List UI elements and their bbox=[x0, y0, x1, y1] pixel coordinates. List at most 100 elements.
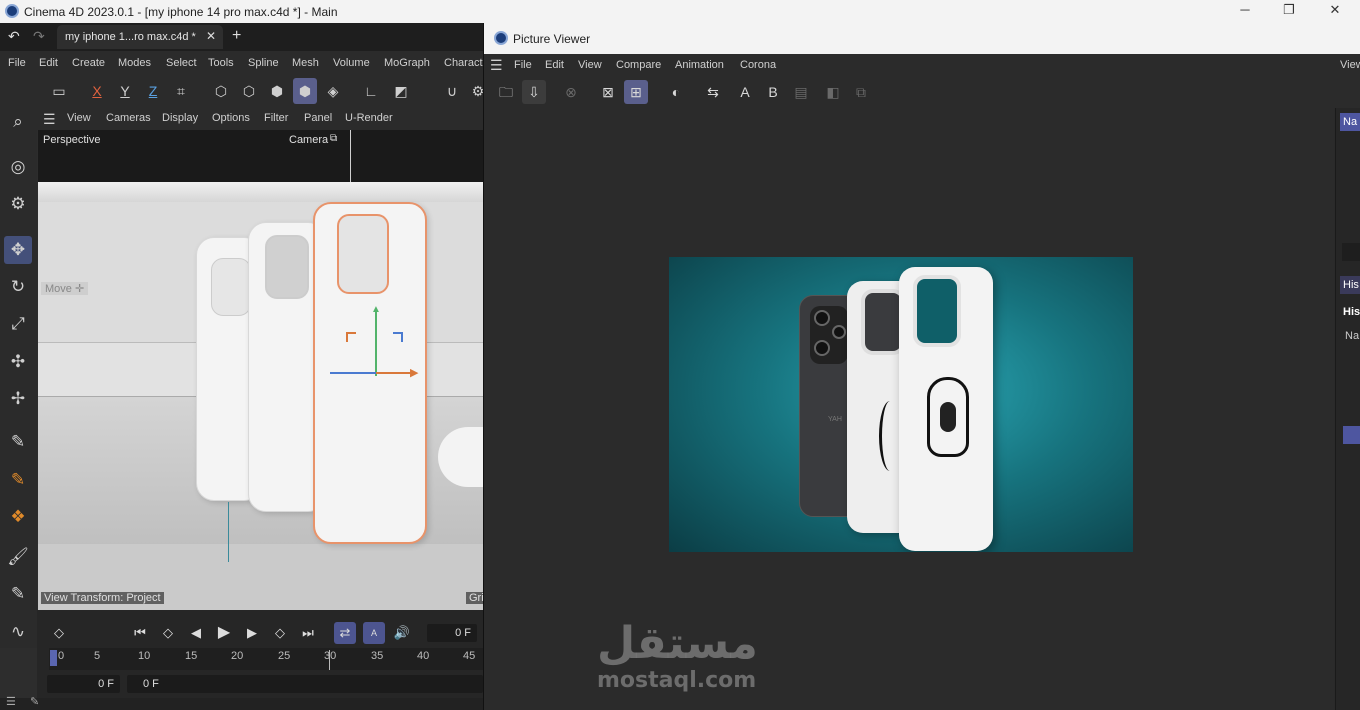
menu-edit[interactable]: Edit bbox=[39, 57, 58, 69]
model-mode-icon[interactable]: ⬢ bbox=[293, 78, 317, 104]
compare-b-button[interactable]: B bbox=[761, 80, 785, 104]
pv-side-tab-navigator[interactable]: Na bbox=[1340, 113, 1360, 131]
auto-key-button[interactable]: A bbox=[363, 622, 385, 644]
render-region-icon[interactable]: ⊠ bbox=[596, 80, 620, 104]
pv-side-field[interactable] bbox=[1342, 243, 1360, 261]
render-active-icon[interactable]: ⊞ bbox=[624, 80, 648, 104]
search-icon[interactable]: ⌕ bbox=[4, 108, 32, 136]
menu-character[interactable]: Characte bbox=[444, 57, 489, 69]
viewport-menu-display[interactable]: Display bbox=[162, 112, 198, 124]
pv-menu-animation[interactable]: Animation bbox=[675, 59, 724, 71]
knife-tool-icon[interactable]: ✎ bbox=[4, 580, 32, 608]
z-axis-lock[interactable]: Z bbox=[141, 78, 165, 104]
pv-hamburger-icon[interactable]: ☰ bbox=[490, 57, 503, 74]
next-frame-icon[interactable]: ▶ bbox=[241, 622, 263, 644]
pv-right-view-label[interactable]: View bbox=[1340, 59, 1360, 71]
sketch-tool-icon[interactable]: ✎ bbox=[4, 466, 32, 494]
range-start-field[interactable]: 0 F bbox=[127, 675, 483, 693]
status-menu-icon[interactable]: ☰ bbox=[6, 695, 16, 708]
pv-menu-corona[interactable]: Corona bbox=[740, 59, 776, 71]
close-icon[interactable]: ✕ bbox=[1320, 2, 1350, 20]
tweak-mode-icon[interactable]: ◩ bbox=[389, 78, 413, 104]
paint-brush-icon[interactable]: 🖌 bbox=[4, 543, 32, 571]
viewport-menu-view[interactable]: View bbox=[67, 112, 91, 124]
previous-key-icon[interactable]: ◇ bbox=[157, 622, 179, 644]
coordinate-system-icon[interactable]: ⌗ bbox=[169, 78, 193, 104]
y-axis-lock[interactable]: Y bbox=[113, 78, 137, 104]
rotate-tool-icon[interactable]: ↻ bbox=[4, 273, 32, 301]
pv-menu-file[interactable]: File bbox=[514, 59, 532, 71]
camera-label[interactable]: Camera bbox=[289, 134, 328, 146]
undo-icon[interactable]: ↶ bbox=[8, 28, 20, 45]
maximize-icon[interactable]: ❐ bbox=[1274, 2, 1304, 20]
pv-menu-edit[interactable]: Edit bbox=[545, 59, 564, 71]
live-selection-icon[interactable]: ◎ bbox=[4, 153, 32, 181]
z-axis-handle[interactable] bbox=[330, 372, 376, 374]
minimize-icon[interactable]: ─ bbox=[1230, 2, 1260, 20]
snap-icon[interactable]: ∪ bbox=[440, 78, 464, 104]
menu-tools[interactable]: Tools bbox=[208, 57, 234, 69]
selection-settings-icon[interactable]: ⚙ bbox=[4, 190, 32, 218]
close-tab-icon[interactable]: ✕ bbox=[206, 29, 216, 43]
pv-side-tab-history[interactable]: His bbox=[1340, 276, 1360, 294]
playhead[interactable] bbox=[50, 650, 57, 666]
pv-menu-compare[interactable]: Compare bbox=[616, 59, 661, 71]
viewport-menu-urender[interactable]: U-Render bbox=[345, 112, 393, 124]
viewport-menu-cameras[interactable]: Cameras bbox=[106, 112, 151, 124]
scale-tool-icon[interactable]: ⤢ bbox=[4, 310, 32, 338]
compare-a-button[interactable]: A bbox=[733, 80, 757, 104]
compare-swap-icon[interactable]: ⇆ bbox=[701, 80, 725, 104]
edges-mode-icon[interactable]: ⬡ bbox=[237, 78, 261, 104]
placement-tool-icon[interactable]: ✢ bbox=[4, 385, 32, 413]
y-axis-handle[interactable] bbox=[375, 310, 377, 376]
plane-handle[interactable] bbox=[346, 332, 356, 342]
viewport-hamburger-icon[interactable]: ☰ bbox=[43, 111, 56, 128]
x-axis-lock[interactable]: X bbox=[85, 78, 109, 104]
pv-history-row-selected[interactable] bbox=[1343, 426, 1360, 444]
menu-mograph[interactable]: MoGraph bbox=[384, 57, 430, 69]
axis-mode-icon[interactable]: ∟ bbox=[359, 78, 383, 104]
camera-link-icon[interactable]: ⧉ bbox=[330, 133, 337, 144]
spline-pen-icon[interactable]: ✎ bbox=[4, 428, 32, 456]
next-key-icon[interactable]: ◇ bbox=[269, 622, 291, 644]
cube-generator-icon[interactable]: ❖ bbox=[4, 503, 32, 531]
status-edit-icon[interactable]: ✎ bbox=[30, 695, 39, 708]
go-to-end-icon[interactable]: ⏭ bbox=[297, 622, 319, 644]
document-tab[interactable]: my iphone 1...ro max.c4d * ✕ bbox=[57, 25, 223, 49]
compare-overlay-icon[interactable]: ⧉ bbox=[849, 80, 873, 104]
points-mode-icon[interactable]: ⬡ bbox=[209, 78, 233, 104]
previous-frame-icon[interactable]: ◀ bbox=[185, 622, 207, 644]
viewport-menu-filter[interactable]: Filter bbox=[264, 112, 288, 124]
redo-icon[interactable]: ↷ bbox=[33, 28, 45, 45]
perspective-viewport[interactable]: Perspective Camera ⧉ ▲ ▶ Move ✛ View Tra… bbox=[38, 130, 483, 610]
compare-text-icon[interactable]: ▤ bbox=[789, 80, 813, 104]
viewport-menu-options[interactable]: Options bbox=[212, 112, 250, 124]
transform-tool-icon[interactable]: ✣ bbox=[4, 348, 32, 376]
menu-volume[interactable]: Volume bbox=[333, 57, 370, 69]
start-frame-field[interactable]: 0 F bbox=[47, 675, 120, 693]
menu-mesh[interactable]: Mesh bbox=[292, 57, 319, 69]
sound-icon[interactable]: 🔊 bbox=[391, 622, 413, 644]
spline-smooth-icon[interactable]: ∿ bbox=[4, 618, 32, 646]
open-folder-icon[interactable]: 🗀 bbox=[494, 80, 518, 104]
stop-render-icon[interactable]: ⊗ bbox=[559, 80, 583, 104]
viewport-menu-panel[interactable]: Panel bbox=[304, 112, 332, 124]
play-icon[interactable]: ▶ bbox=[213, 622, 235, 644]
current-frame-field[interactable]: 0 F bbox=[427, 624, 477, 642]
loop-icon[interactable]: ⇄ bbox=[334, 622, 356, 644]
go-to-start-icon[interactable]: ⏮ bbox=[129, 622, 151, 644]
render-view-icon[interactable]: ▭ bbox=[47, 78, 71, 104]
new-tab-icon[interactable]: + bbox=[232, 27, 241, 45]
menu-select[interactable]: Select bbox=[166, 57, 197, 69]
uv-mode-icon[interactable]: ◈ bbox=[321, 78, 345, 104]
plane-handle[interactable] bbox=[393, 332, 403, 342]
menu-spline[interactable]: Spline bbox=[248, 57, 279, 69]
menu-file[interactable]: File bbox=[8, 57, 26, 69]
menu-modes[interactable]: Modes bbox=[118, 57, 151, 69]
move-tool-icon[interactable]: ✥ bbox=[4, 236, 32, 264]
pv-menu-view[interactable]: View bbox=[578, 59, 602, 71]
menu-create[interactable]: Create bbox=[72, 57, 105, 69]
save-icon[interactable]: ⇩ bbox=[522, 80, 546, 104]
compare-split-icon[interactable]: ◧ bbox=[821, 80, 845, 104]
filter-toggle-icon[interactable]: ◐ bbox=[664, 80, 688, 104]
